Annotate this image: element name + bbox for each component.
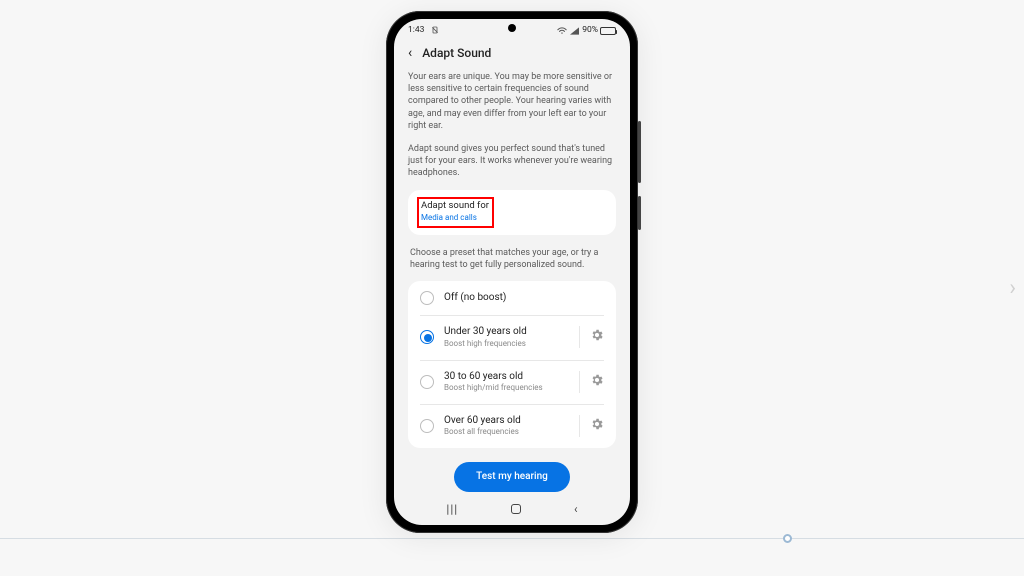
test-hearing-button[interactable]: Test my hearing: [454, 462, 570, 492]
preset-options: Off (no boost) Under 30 years old Boost …: [408, 281, 616, 448]
adapt-target-title: Adapt sound for: [421, 200, 489, 213]
preset-option-settings[interactable]: [579, 371, 604, 393]
preset-option-sub: Boost high frequencies: [444, 339, 569, 350]
preset-option-under-30[interactable]: Under 30 years old Boost high frequencie…: [408, 315, 616, 359]
gear-icon: [590, 328, 604, 346]
battery-percent: 90%: [582, 25, 598, 36]
android-navbar: ||| ‹: [394, 499, 630, 525]
radio-icon[interactable]: [420, 375, 434, 389]
cta-row: Test my hearing: [408, 448, 616, 502]
power-button: [638, 196, 641, 230]
battery-icon: [600, 27, 616, 35]
nav-home-icon[interactable]: [511, 504, 521, 514]
preset-note: Choose a preset that matches your age, o…: [408, 245, 616, 281]
preset-option-settings[interactable]: [579, 415, 604, 437]
preset-option-settings[interactable]: [579, 326, 604, 348]
nav-recent-icon[interactable]: |||: [446, 501, 458, 517]
intro-paragraph-2: Adapt sound gives you perfect sound that…: [408, 143, 616, 179]
radio-icon[interactable]: [420, 330, 434, 344]
battery-indicator: 90%: [582, 25, 616, 36]
page-title: Adapt Sound: [422, 45, 491, 61]
preset-option-sub: Boost high/mid frequencies: [444, 383, 569, 394]
adapt-target-value: Media and calls: [421, 213, 489, 224]
phone-screen: 1:43 90%: [394, 19, 630, 525]
page-content: Your ears are unique. You may be more se…: [394, 71, 630, 501]
phone-frame: 1:43 90%: [386, 11, 638, 533]
back-icon[interactable]: ‹: [408, 46, 412, 60]
preset-option-30-60[interactable]: 30 to 60 years old Boost high/mid freque…: [408, 360, 616, 404]
preset-option-label: 30 to 60 years old: [444, 370, 569, 384]
radio-icon[interactable]: [420, 291, 434, 305]
front-camera: [508, 24, 516, 32]
volume-button: [638, 121, 641, 183]
carousel-track: [0, 538, 1024, 539]
preset-option-label: Off (no boost): [444, 291, 604, 305]
signal-icon: [570, 27, 579, 35]
nav-back-icon[interactable]: ‹: [574, 501, 578, 517]
status-right: 90%: [557, 25, 616, 36]
page-header: ‹ Adapt Sound: [394, 39, 630, 71]
wifi-icon: [557, 27, 567, 35]
carousel-next-icon[interactable]: ›: [1009, 276, 1016, 301]
tutorial-highlight: Adapt sound for Media and calls: [417, 197, 494, 228]
gear-icon: [590, 417, 604, 435]
preset-option-over-60[interactable]: Over 60 years old Boost all frequencies: [408, 404, 616, 448]
preset-option-sub: Boost all frequencies: [444, 427, 569, 438]
preset-option-off[interactable]: Off (no boost): [408, 281, 616, 315]
carousel-handle[interactable]: [783, 534, 792, 543]
preset-option-label: Over 60 years old: [444, 414, 569, 428]
adapt-target-card[interactable]: Adapt sound for Media and calls: [408, 190, 616, 235]
intro-paragraph-1: Your ears are unique. You may be more se…: [408, 71, 616, 132]
preset-option-label: Under 30 years old: [444, 325, 569, 339]
gear-icon: [590, 373, 604, 391]
radio-icon[interactable]: [420, 419, 434, 433]
status-time: 1:43: [408, 25, 424, 35]
no-sim-icon: [431, 26, 439, 34]
status-left: 1:43: [408, 25, 439, 36]
